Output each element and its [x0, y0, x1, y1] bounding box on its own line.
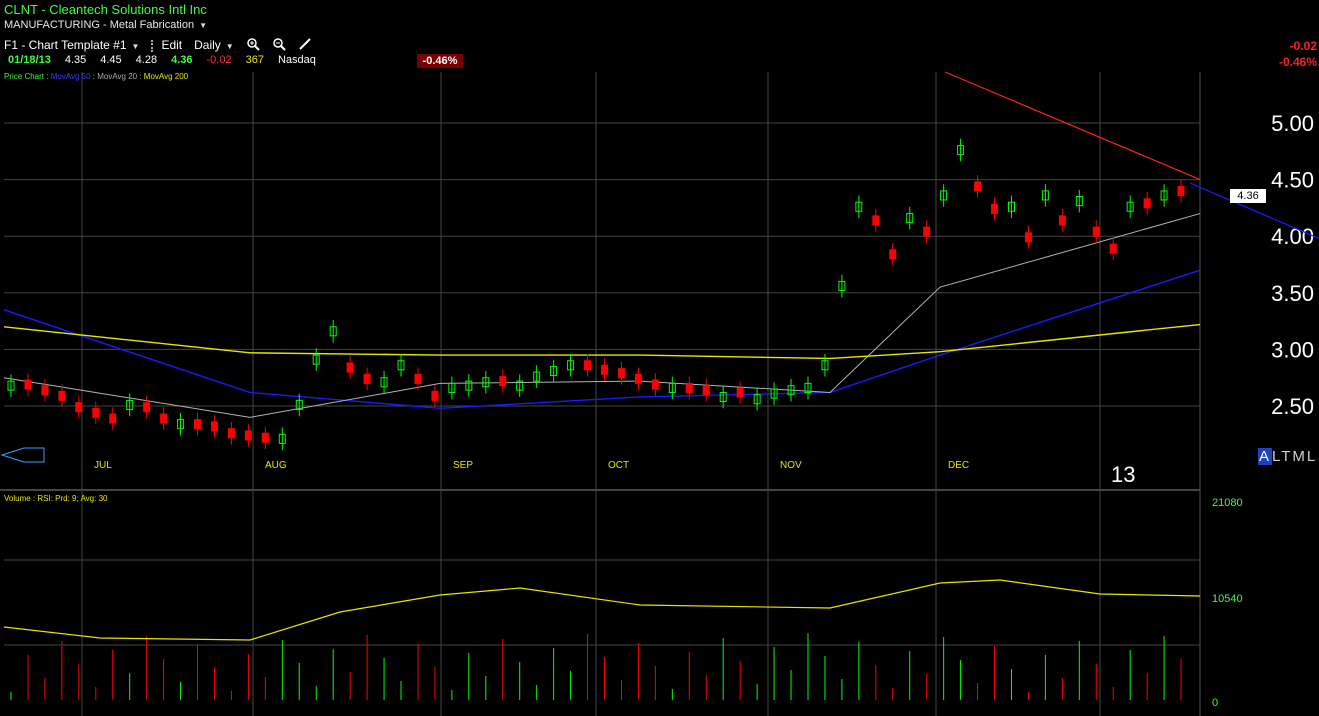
- candle-body: [923, 226, 931, 237]
- candle-body: [651, 379, 659, 390]
- candle-body: [160, 413, 168, 424]
- rsi-line: [3, 579, 1201, 641]
- price-tick-label: 3.00: [1271, 337, 1314, 362]
- candle-body: [1024, 232, 1032, 243]
- year-label: 13: [1111, 462, 1136, 487]
- volume-tick-label: 0: [1212, 697, 1218, 709]
- ma-line-movavg-20: [3, 213, 1201, 418]
- price-chart[interactable]: 5.00 4.50 4.00 3.50 3.00 2.50 21080 10540 0 JUL AU…: [0, 0, 1319, 716]
- candle-body: [889, 249, 897, 260]
- scroll-left-arrow-icon: [0, 447, 45, 463]
- volume-tick-label: 10540: [1212, 593, 1243, 605]
- candle-body: [1058, 215, 1066, 226]
- candle-body: [261, 432, 269, 443]
- candle-body: [584, 360, 592, 371]
- candle-body: [1109, 243, 1117, 254]
- candle-body: [685, 382, 693, 393]
- altml-toggle[interactable]: ALTML: [1258, 448, 1317, 465]
- ma-line-movavg-200: [3, 323, 1201, 360]
- candle-body: [227, 428, 235, 439]
- month-label: NOV: [780, 460, 802, 471]
- month-label: JUL: [94, 460, 112, 471]
- candle-body: [499, 376, 507, 387]
- month-label: DEC: [948, 460, 969, 471]
- candle-body: [210, 421, 218, 432]
- candle-body: [617, 368, 625, 379]
- candle-body: [24, 379, 32, 390]
- candle-body: [75, 402, 83, 413]
- candle-body: [431, 390, 439, 401]
- last-price-flag: 4.36: [1230, 189, 1266, 203]
- candle-body: [872, 215, 880, 226]
- month-label: OCT: [608, 460, 629, 471]
- candle-body: [1092, 226, 1100, 237]
- candle-body: [346, 362, 354, 373]
- candle-body: [363, 373, 371, 384]
- candle-body: [194, 419, 202, 430]
- candle-body: [601, 364, 608, 375]
- candle-body: [1143, 198, 1151, 209]
- candle-body: [702, 385, 710, 396]
- price-tick-label: 2.50: [1271, 394, 1314, 419]
- candle-body: [634, 373, 642, 384]
- candle-body: [58, 390, 66, 401]
- price-tick-label: 4.00: [1271, 224, 1314, 249]
- candle-body: [41, 385, 49, 396]
- resistance-trendline: [944, 71, 1201, 181]
- candle-body: [414, 373, 422, 384]
- candle-body: [244, 430, 252, 441]
- candle-body: [736, 387, 744, 398]
- candle-body: [92, 407, 100, 418]
- price-tick-label: 5.00: [1271, 111, 1314, 136]
- price-tick-label: 4.50: [1271, 168, 1314, 193]
- month-label: AUG: [265, 460, 287, 471]
- volume-legend: Volume : RSI: Prd: 9; Avg: 30: [4, 494, 108, 503]
- candle-body: [143, 402, 151, 413]
- candle-body: [991, 203, 999, 215]
- candle-body: [109, 413, 117, 424]
- price-tick-label: 3.50: [1271, 281, 1314, 306]
- volume-tick-label: 21080: [1212, 497, 1243, 509]
- candle-body: [974, 181, 982, 192]
- ma-line-movavg-50: [3, 269, 1201, 410]
- candle-body: [1177, 185, 1185, 196]
- month-label: SEP: [453, 460, 473, 471]
